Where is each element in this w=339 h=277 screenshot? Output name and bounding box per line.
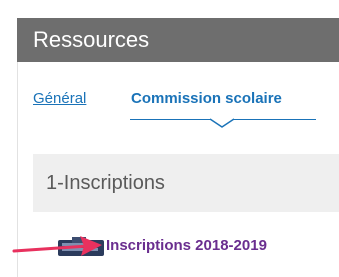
resource-link[interactable]: Inscriptions 2018-2019 bbox=[106, 237, 267, 254]
section-header[interactable]: 1-Inscriptions bbox=[33, 154, 339, 212]
tab-general[interactable]: Général bbox=[33, 90, 86, 107]
resources-panel: Ressources Général Commission scolaire 1… bbox=[0, 0, 339, 277]
list-item[interactable]: Inscriptions 2018-2019 bbox=[10, 232, 339, 262]
caret-icon bbox=[210, 118, 234, 128]
section-title: 1-Inscriptions bbox=[46, 172, 165, 194]
arrow-annotation-icon bbox=[12, 236, 102, 256]
panel-title: Ressources bbox=[33, 27, 150, 52]
tab-commission-scolaire[interactable]: Commission scolaire bbox=[131, 90, 282, 107]
panel-header: Ressources bbox=[17, 18, 339, 62]
